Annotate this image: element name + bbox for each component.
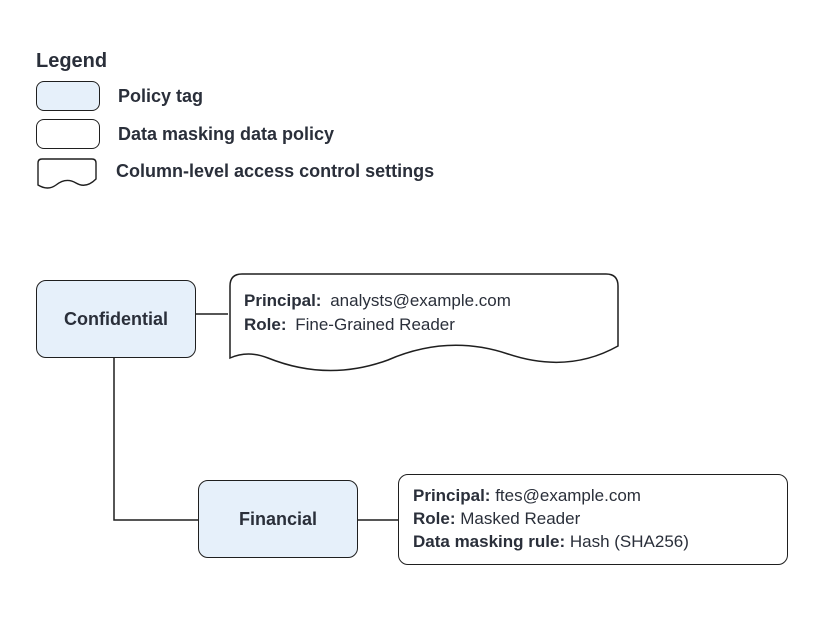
masking-policy-swatch-icon — [36, 119, 100, 149]
kv-value: Hash (SHA256) — [570, 532, 689, 551]
kv-value: Masked Reader — [460, 509, 580, 528]
legend-label: Policy tag — [118, 86, 203, 107]
legend-label: Column-level access control settings — [116, 161, 434, 182]
clacs-settings-confidential: Principal: analysts@example.com Role: Fi… — [228, 272, 620, 380]
kv-value: Fine-Grained Reader — [295, 315, 455, 334]
legend-row-masking-policy: Data masking data policy — [36, 119, 434, 149]
legend-title: Legend — [36, 50, 434, 73]
kv-key: Principal: — [413, 486, 490, 505]
kv-key: Role: — [244, 315, 287, 334]
policy-tag-label: Financial — [239, 509, 317, 530]
svg-text:Principal: analysts@exampl: Principal: analysts@example.com — [244, 291, 511, 310]
svg-text:Role: Fine-Grained Reader: Role: Fine-Grained Reader — [244, 315, 455, 334]
kv-value: analysts@example.com — [330, 291, 511, 310]
legend: Legend Policy tag Data masking data poli… — [36, 50, 434, 193]
kv-key: Data masking rule: — [413, 532, 565, 551]
policy-tag-swatch-icon — [36, 81, 100, 111]
policy-tag-financial: Financial — [198, 480, 358, 558]
masking-policy-financial: Principal: ftes@example.com Role: Masked… — [398, 474, 788, 565]
legend-row-policy-tag: Policy tag — [36, 81, 434, 111]
kv-key: Principal: — [244, 291, 321, 310]
kv-value: ftes@example.com — [495, 486, 641, 505]
legend-row-clacs: Column-level access control settings — [36, 157, 434, 185]
clacs-swatch-icon — [36, 157, 98, 185]
policy-tag-label: Confidential — [64, 309, 168, 330]
policy-tag-confidential: Confidential — [36, 280, 196, 358]
legend-label: Data masking data policy — [118, 124, 334, 145]
kv-key: Role: — [413, 509, 456, 528]
